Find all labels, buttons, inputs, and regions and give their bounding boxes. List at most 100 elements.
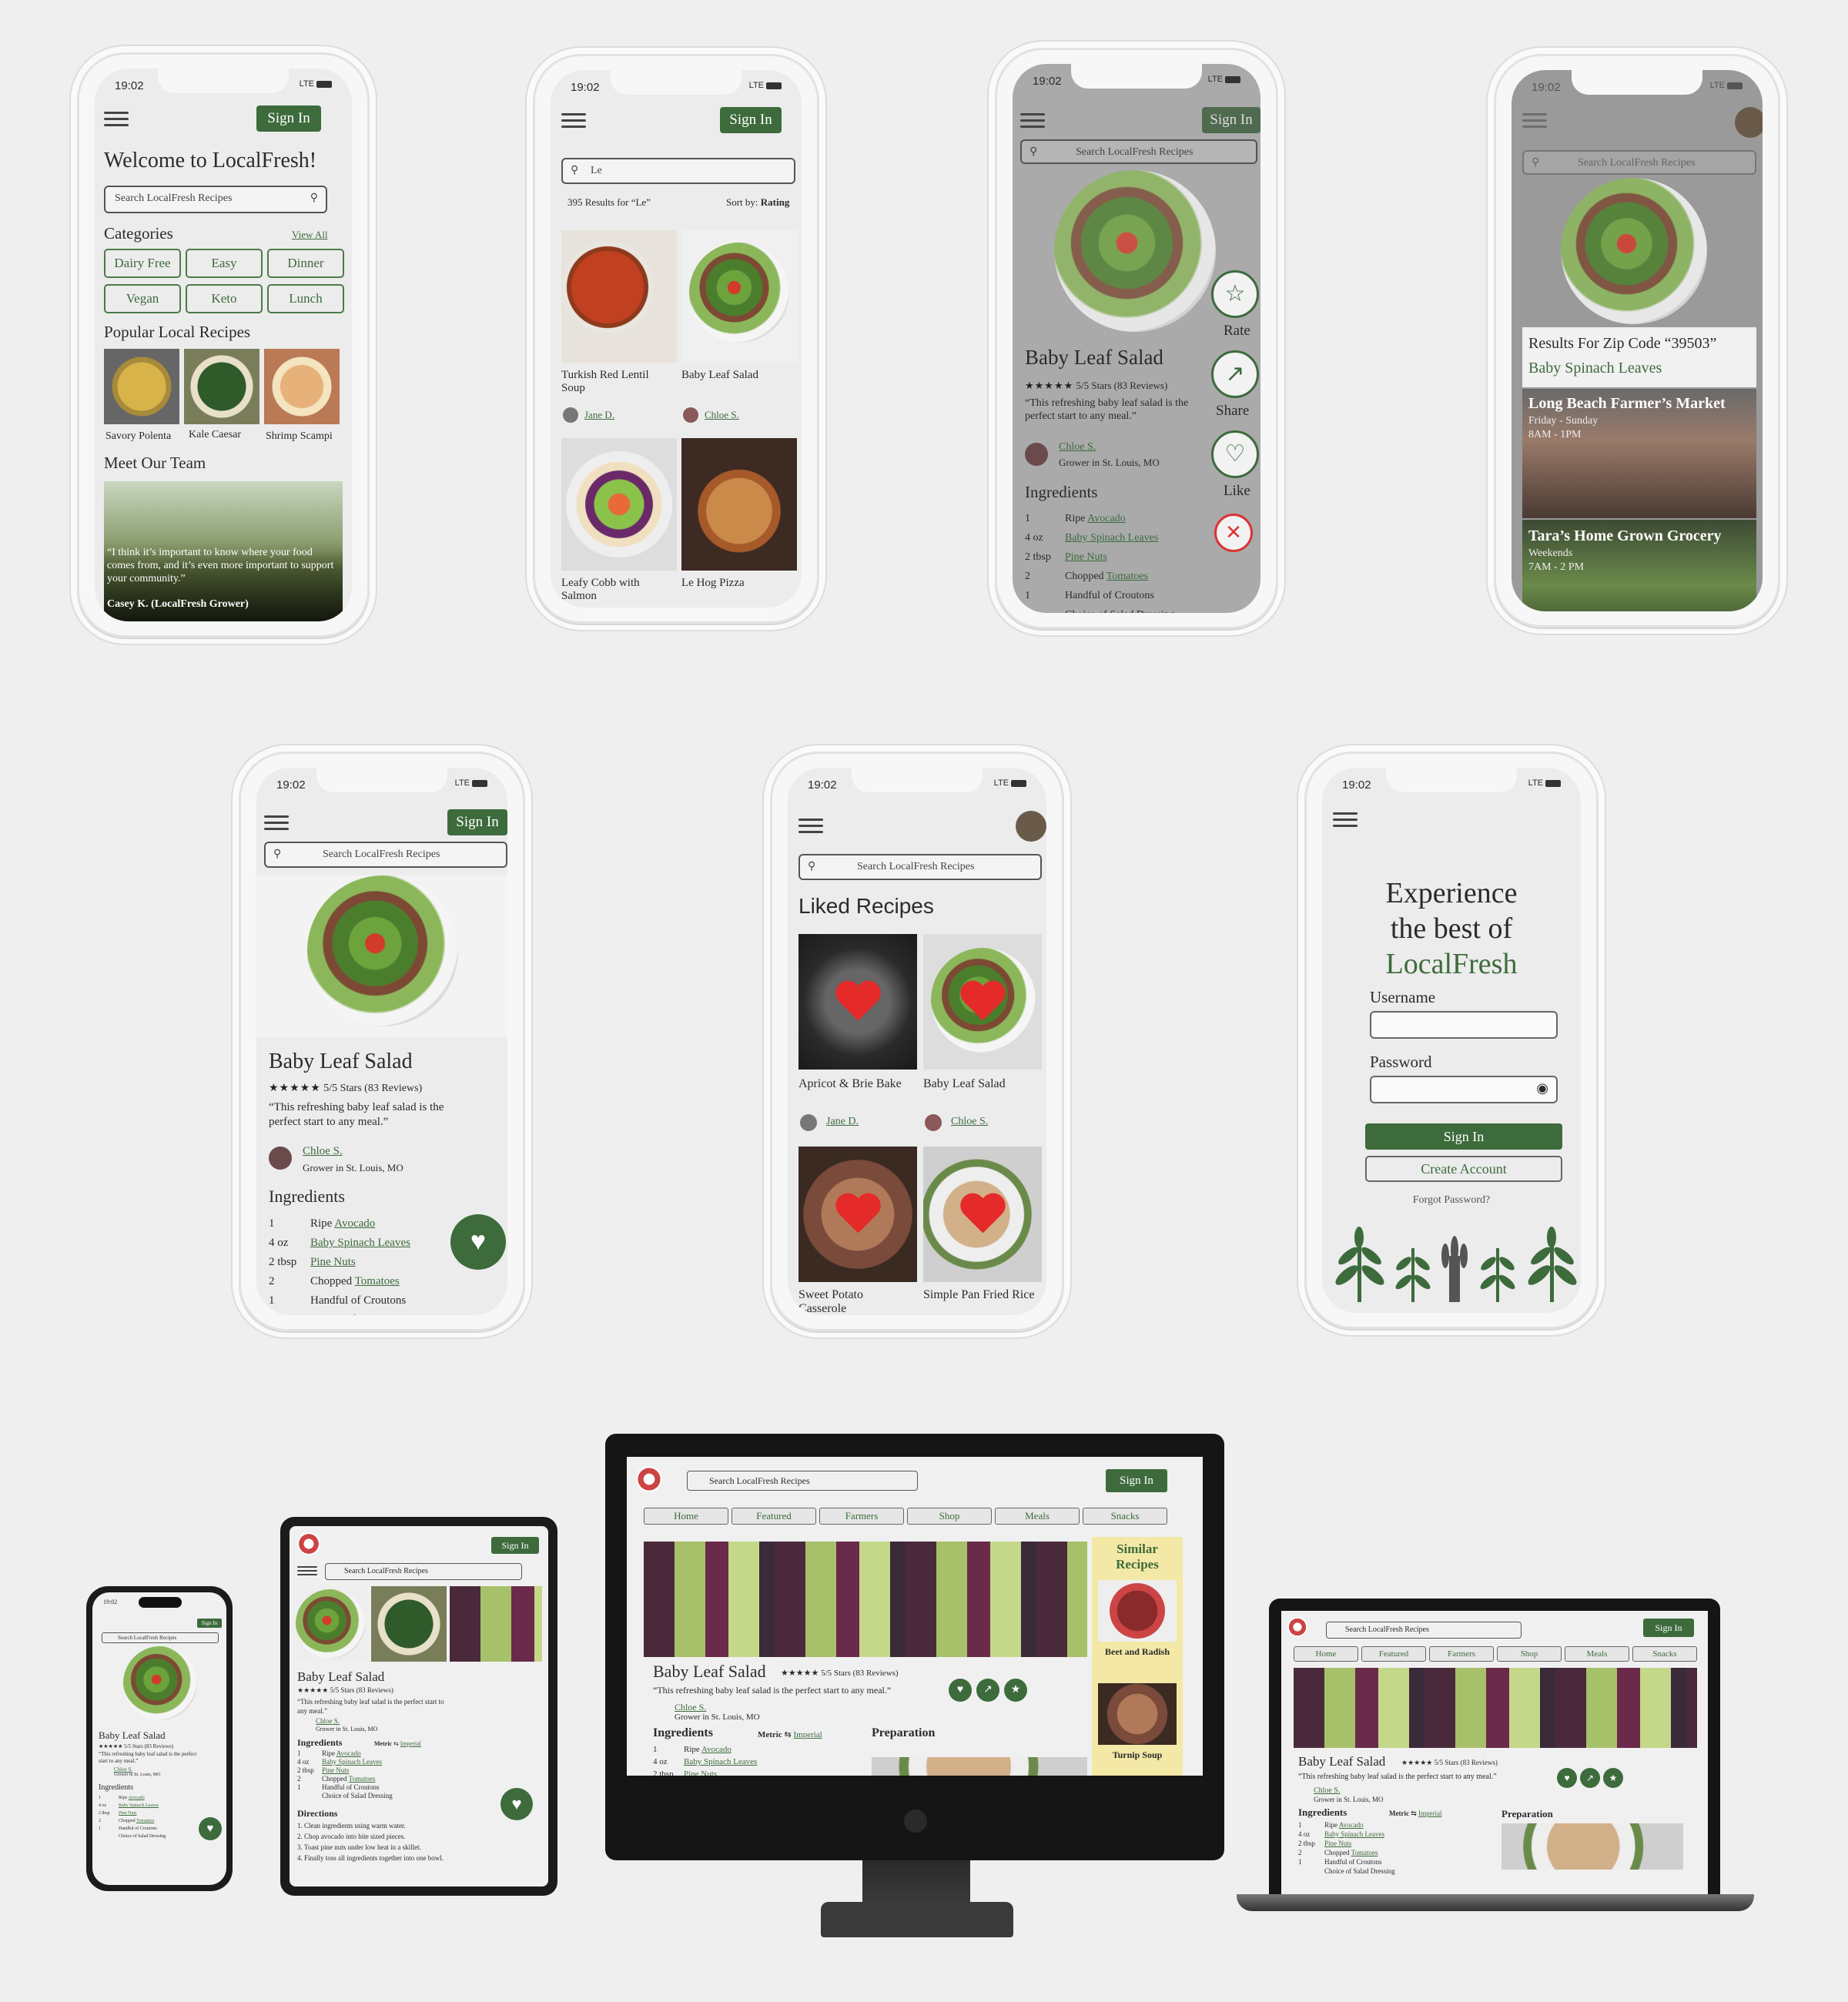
- view-all-link[interactable]: View All: [292, 229, 328, 241]
- tab-featured[interactable]: Featured: [732, 1508, 816, 1525]
- ingredient-link[interactable]: Baby Spinach Leaves: [119, 1803, 159, 1808]
- sign-in-button[interactable]: Sign In: [491, 1537, 539, 1554]
- heart-icon[interactable]: [959, 982, 1006, 1025]
- category-easy[interactable]: Easy: [186, 249, 263, 278]
- units-toggle[interactable]: Metric ⇆ Imperial: [1389, 1810, 1442, 1818]
- recipe-image-shrimp[interactable]: [264, 349, 340, 424]
- tab-shop[interactable]: Shop: [907, 1508, 992, 1525]
- ingredient-link[interactable]: Pine Nuts: [119, 1811, 137, 1816]
- password-field[interactable]: ◉: [1370, 1076, 1558, 1103]
- recipe-image-lentil[interactable]: [561, 230, 677, 363]
- menu-icon[interactable]: [1522, 113, 1547, 128]
- recipe-image-kale[interactable]: [184, 349, 259, 424]
- author-link[interactable]: Chloe S.: [303, 1145, 343, 1158]
- tab-home[interactable]: Home: [1294, 1646, 1358, 1662]
- heart-icon[interactable]: [834, 1194, 882, 1237]
- sign-in-button[interactable]: Sign In: [447, 809, 507, 835]
- username-field[interactable]: [1370, 1011, 1558, 1039]
- tab-meals[interactable]: Meals: [1565, 1646, 1629, 1662]
- search-input[interactable]: ⚲ Le: [561, 158, 795, 184]
- search-input[interactable]: ⚲ Search LocalFresh Recipes: [1522, 150, 1756, 175]
- menu-icon[interactable]: [561, 113, 586, 128]
- ingredient-link[interactable]: Baby Spinach Leaves: [684, 1757, 757, 1766]
- tab-featured[interactable]: Featured: [1361, 1646, 1426, 1662]
- ingredient-link[interactable]: Tomatoes: [349, 1775, 376, 1783]
- menu-icon[interactable]: [104, 112, 129, 126]
- like-button[interactable]: ♥: [500, 1788, 533, 1820]
- ingredient-link[interactable]: Baby Spinach Leaves: [1324, 1830, 1384, 1838]
- recipe-image-polenta[interactable]: [104, 349, 179, 424]
- similar-recipe-image[interactable]: [1098, 1580, 1177, 1642]
- ingredient-link[interactable]: Avocado: [1087, 513, 1126, 524]
- category-vegan[interactable]: Vegan: [104, 284, 181, 313]
- like-button[interactable]: ♥: [949, 1679, 972, 1702]
- sort-control[interactable]: Sort by: Rating: [726, 196, 789, 209]
- ingredient-link[interactable]: Pine Nuts: [310, 1256, 356, 1268]
- search-input[interactable]: ⚲ Search LocalFresh Recipes: [264, 842, 507, 868]
- sign-in-button[interactable]: Sign In: [197, 1619, 222, 1628]
- ingredient-link[interactable]: Pine Nuts: [322, 1766, 349, 1774]
- ingredient-link[interactable]: Pine Nuts: [1324, 1840, 1351, 1847]
- preparation-video[interactable]: [872, 1757, 1087, 1776]
- ingredient-link[interactable]: Avocado: [334, 1217, 375, 1230]
- share-button[interactable]: ↗: [976, 1679, 999, 1702]
- search-input[interactable]: Search LocalFresh Recipes: [687, 1471, 918, 1491]
- liked-recipe-image[interactable]: [923, 934, 1042, 1070]
- liked-recipe-image[interactable]: [798, 1147, 917, 1282]
- tab-meals[interactable]: Meals: [995, 1508, 1080, 1525]
- like-button[interactable]: ♡: [1211, 430, 1259, 478]
- search-input[interactable]: Search LocalFresh Recipes: [1326, 1622, 1522, 1639]
- sign-in-button[interactable]: Sign In: [256, 105, 321, 132]
- recipe-image-salad[interactable]: [681, 230, 797, 363]
- sign-in-button[interactable]: Sign In: [1643, 1619, 1694, 1637]
- category-dinner[interactable]: Dinner: [267, 249, 344, 278]
- liked-recipe-image[interactable]: [923, 1147, 1042, 1282]
- ingredient-link[interactable]: Avocado: [129, 1796, 145, 1800]
- tab-snacks[interactable]: Snacks: [1083, 1508, 1167, 1525]
- ingredient-link[interactable]: Baby Spinach Leaves: [1065, 532, 1158, 544]
- author-link[interactable]: Jane D.: [826, 1116, 859, 1128]
- author-link[interactable]: Chloe S.: [675, 1702, 706, 1713]
- market-card[interactable]: Tara’s Home Grown Grocery Weekends 7AM -…: [1522, 520, 1756, 611]
- heart-icon[interactable]: [959, 1194, 1006, 1237]
- ingredient-link[interactable]: Tomatoes: [136, 1819, 154, 1823]
- menu-icon[interactable]: [798, 819, 823, 833]
- avatar[interactable]: [1735, 107, 1763, 138]
- close-icon[interactable]: ✕: [1214, 514, 1253, 552]
- units-toggle[interactable]: Metric ⇆ Imperial: [374, 1740, 421, 1747]
- category-dairy-free[interactable]: Dairy Free: [104, 249, 181, 278]
- author-link[interactable]: Chloe S.: [705, 409, 739, 421]
- sign-in-button[interactable]: Sign In: [1106, 1469, 1167, 1492]
- author-link[interactable]: Chloe S.: [316, 1717, 340, 1725]
- recipe-image-cobb[interactable]: [561, 438, 677, 571]
- recipe-image-pizza[interactable]: [681, 438, 797, 571]
- tab-farmers[interactable]: Farmers: [1429, 1646, 1494, 1662]
- sign-in-button[interactable]: Sign In: [1365, 1123, 1562, 1150]
- avatar[interactable]: [1016, 811, 1046, 842]
- ingredient-link[interactable]: Tomatoes: [1351, 1849, 1378, 1856]
- menu-icon[interactable]: [1333, 812, 1358, 827]
- market-card[interactable]: Long Beach Farmer’s Market Friday - Sund…: [1522, 389, 1756, 518]
- ingredient-link[interactable]: Pine Nuts: [1065, 551, 1107, 563]
- author-link[interactable]: Chloe S.: [1314, 1786, 1340, 1795]
- menu-icon[interactable]: [1020, 113, 1045, 128]
- eye-icon[interactable]: ◉: [1536, 1080, 1548, 1096]
- search-input[interactable]: Search LocalFresh Recipes: [325, 1563, 522, 1580]
- category-keto[interactable]: Keto: [186, 284, 263, 313]
- rate-button[interactable]: ★: [1004, 1679, 1027, 1702]
- author-link[interactable]: Chloe S.: [114, 1766, 132, 1773]
- heart-icon[interactable]: [834, 982, 882, 1025]
- search-input[interactable]: Search LocalFresh Recipes: [102, 1632, 219, 1643]
- ingredient-link[interactable]: Tomatoes: [1106, 571, 1148, 582]
- author-link[interactable]: Chloe S.: [951, 1116, 988, 1128]
- menu-icon[interactable]: [297, 1566, 317, 1580]
- share-button[interactable]: ↗: [1211, 350, 1259, 398]
- like-button[interactable]: ♥: [199, 1817, 222, 1840]
- ingredient-link[interactable]: Baby Spinach Leaves: [322, 1758, 382, 1766]
- units-toggle[interactable]: Metric ⇆ Imperial: [758, 1729, 822, 1739]
- search-input[interactable]: ⚲ Search LocalFresh Recipes: [1020, 139, 1257, 164]
- sign-in-button[interactable]: Sign In: [1202, 107, 1260, 133]
- ingredient-link[interactable]: Baby Spinach Leaves: [310, 1237, 410, 1249]
- forgot-password-link[interactable]: Forgot Password?: [1322, 1194, 1581, 1207]
- ingredient-link[interactable]: Pine Nuts: [684, 1769, 717, 1776]
